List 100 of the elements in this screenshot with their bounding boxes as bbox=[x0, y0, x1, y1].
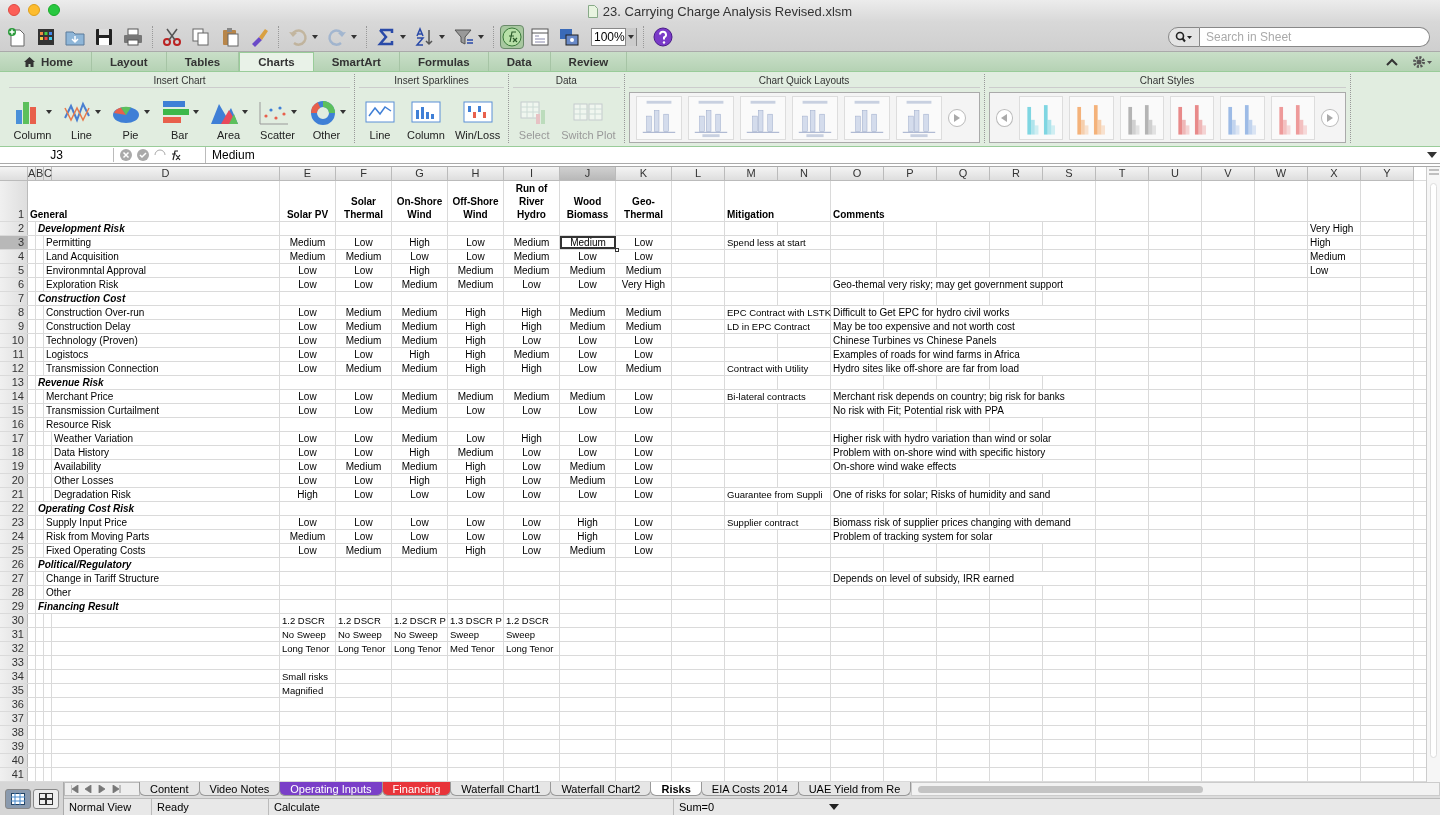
four-pages-icon[interactable] bbox=[38, 792, 53, 805]
settings-icon[interactable] bbox=[1412, 54, 1432, 69]
heading-letter[interactable]: E bbox=[280, 167, 336, 181]
heading-letter[interactable]: Y bbox=[1361, 167, 1414, 181]
row-number[interactable]: 23 bbox=[0, 516, 28, 529]
chart-style-thumbnail[interactable] bbox=[1270, 95, 1316, 140]
heading-letter[interactable]: W bbox=[1255, 167, 1308, 181]
caret-icon[interactable] bbox=[144, 110, 150, 114]
expand-icon[interactable] bbox=[1426, 151, 1438, 159]
caret-icon[interactable] bbox=[242, 110, 248, 114]
row-number[interactable]: 33 bbox=[0, 656, 28, 669]
row-number[interactable]: 12 bbox=[0, 362, 28, 375]
ribbon-button[interactable]: Column bbox=[403, 95, 449, 143]
selected-cell[interactable]: Medium bbox=[560, 236, 616, 249]
chart-style-thumbnail[interactable] bbox=[1170, 95, 1215, 140]
row-number[interactable]: 18 bbox=[0, 446, 28, 459]
layout-thumbnail[interactable] bbox=[635, 95, 682, 140]
row-number[interactable]: 25 bbox=[0, 544, 28, 557]
heading-letter[interactable]: Q bbox=[937, 167, 990, 181]
ribbon-tab[interactable]: Charts bbox=[239, 52, 314, 71]
layout-thumbnail[interactable] bbox=[791, 95, 838, 140]
caret-icon[interactable] bbox=[291, 110, 297, 114]
ribbon-button[interactable]: Scatter bbox=[254, 95, 301, 143]
row-number[interactable]: 19 bbox=[0, 460, 28, 473]
chart-style-thumbnail[interactable] bbox=[1019, 95, 1064, 140]
search-icon[interactable] bbox=[1175, 30, 1193, 43]
grid-icon[interactable] bbox=[10, 792, 25, 805]
heading-letter[interactable]: V bbox=[1202, 167, 1255, 181]
search-menu-button[interactable] bbox=[1168, 26, 1200, 47]
chart-style-thumbnail[interactable] bbox=[1069, 95, 1114, 140]
row-number[interactable]: 1 bbox=[0, 181, 28, 221]
sheet-tab[interactable]: Waterfall Chart1 bbox=[450, 782, 552, 796]
ribbon-button[interactable]: Column bbox=[9, 95, 56, 143]
normal-view-button[interactable] bbox=[4, 788, 31, 809]
formula-field[interactable]: Medium bbox=[206, 148, 1426, 162]
heading-letter[interactable]: U bbox=[1149, 167, 1202, 181]
heading-letter[interactable]: N bbox=[778, 167, 831, 181]
row-number[interactable]: 37 bbox=[0, 712, 28, 725]
ribbon-tab[interactable]: SmartArt bbox=[313, 52, 400, 71]
ribbon-button[interactable]: Pie bbox=[107, 95, 154, 143]
row-number[interactable]: 14 bbox=[0, 390, 28, 403]
row-number[interactable]: 41 bbox=[0, 768, 28, 781]
sheet-tab[interactable]: Operating Inputs bbox=[279, 782, 383, 796]
row-number[interactable]: 26 bbox=[0, 558, 28, 571]
ribbon-button[interactable]: Area bbox=[205, 95, 252, 143]
heading-letter[interactable]: L bbox=[672, 167, 725, 181]
zoom-button[interactable] bbox=[48, 4, 60, 16]
sheet-tab[interactable]: Financing bbox=[381, 782, 452, 796]
heading-letter[interactable]: K bbox=[616, 167, 672, 181]
heading-letter[interactable]: P bbox=[884, 167, 937, 181]
zoom-field[interactable]: 100% bbox=[591, 27, 637, 46]
search-field[interactable]: Search in Sheet bbox=[1200, 26, 1430, 47]
row-number[interactable]: 39 bbox=[0, 740, 28, 753]
fill-handle[interactable] bbox=[615, 248, 619, 252]
ribbon-tab[interactable]: Review bbox=[550, 52, 628, 71]
layout-thumbnail[interactable] bbox=[843, 95, 890, 140]
ribbon-tab[interactable]: Home bbox=[6, 52, 92, 71]
chart-style-thumbnail[interactable] bbox=[1220, 95, 1265, 140]
scroll-thumb[interactable] bbox=[1430, 183, 1437, 758]
row-number[interactable]: 13 bbox=[0, 376, 28, 389]
row-number[interactable]: 3 bbox=[0, 236, 28, 249]
heading-letter[interactable]: O bbox=[831, 167, 884, 181]
chart-style-thumbnail[interactable] bbox=[1119, 95, 1165, 140]
row-number[interactable]: 21 bbox=[0, 488, 28, 501]
ribbon-tab[interactable]: Data bbox=[488, 52, 551, 71]
layout-thumbnail[interactable] bbox=[687, 95, 734, 140]
row-number[interactable]: 16 bbox=[0, 418, 28, 431]
row-number[interactable]: 36 bbox=[0, 698, 28, 711]
row-number[interactable]: 15 bbox=[0, 404, 28, 417]
sheet-tab[interactable]: EIA Costs 2014 bbox=[700, 782, 799, 796]
row-number[interactable]: 11 bbox=[0, 348, 28, 361]
sheet-tab[interactable]: Video Notes bbox=[198, 782, 281, 796]
heading-letter[interactable]: T bbox=[1096, 167, 1149, 181]
row-number[interactable]: 38 bbox=[0, 726, 28, 739]
heading-letter[interactable]: M bbox=[725, 167, 778, 181]
caret-icon[interactable] bbox=[95, 110, 101, 114]
cancel-icon[interactable] bbox=[120, 149, 132, 161]
row-number[interactable]: 4 bbox=[0, 250, 28, 263]
layout-thumbnail[interactable] bbox=[739, 95, 786, 140]
collapse-icon[interactable] bbox=[1386, 57, 1398, 66]
heading-letter[interactable]: J bbox=[560, 167, 616, 181]
row-number[interactable]: 31 bbox=[0, 628, 28, 641]
ribbon-tab[interactable]: Formulas bbox=[399, 52, 489, 71]
row-number[interactable]: 22 bbox=[0, 502, 28, 515]
ribbon-button[interactable]: Line bbox=[58, 95, 105, 143]
name-box[interactable]: J3 bbox=[0, 148, 114, 162]
row-number[interactable]: 20 bbox=[0, 474, 28, 487]
scroll-thumb[interactable] bbox=[918, 785, 1204, 793]
heading-letter[interactable]: S bbox=[1043, 167, 1096, 181]
row-number[interactable]: 6 bbox=[0, 278, 28, 291]
close-button[interactable] bbox=[8, 4, 20, 16]
sheet-tab[interactable]: Waterfall Chart2 bbox=[550, 782, 652, 796]
ribbon-button[interactable]: Other bbox=[303, 95, 350, 143]
heading-letter[interactable]: D bbox=[52, 167, 280, 181]
ribbon-button[interactable]: Win/Loss bbox=[450, 95, 505, 143]
heading-letter[interactable]: H bbox=[448, 167, 504, 181]
row-number[interactable]: 24 bbox=[0, 530, 28, 543]
row-number[interactable]: 30 bbox=[0, 614, 28, 627]
caret-icon[interactable] bbox=[46, 110, 52, 114]
caret-icon[interactable] bbox=[340, 110, 346, 114]
